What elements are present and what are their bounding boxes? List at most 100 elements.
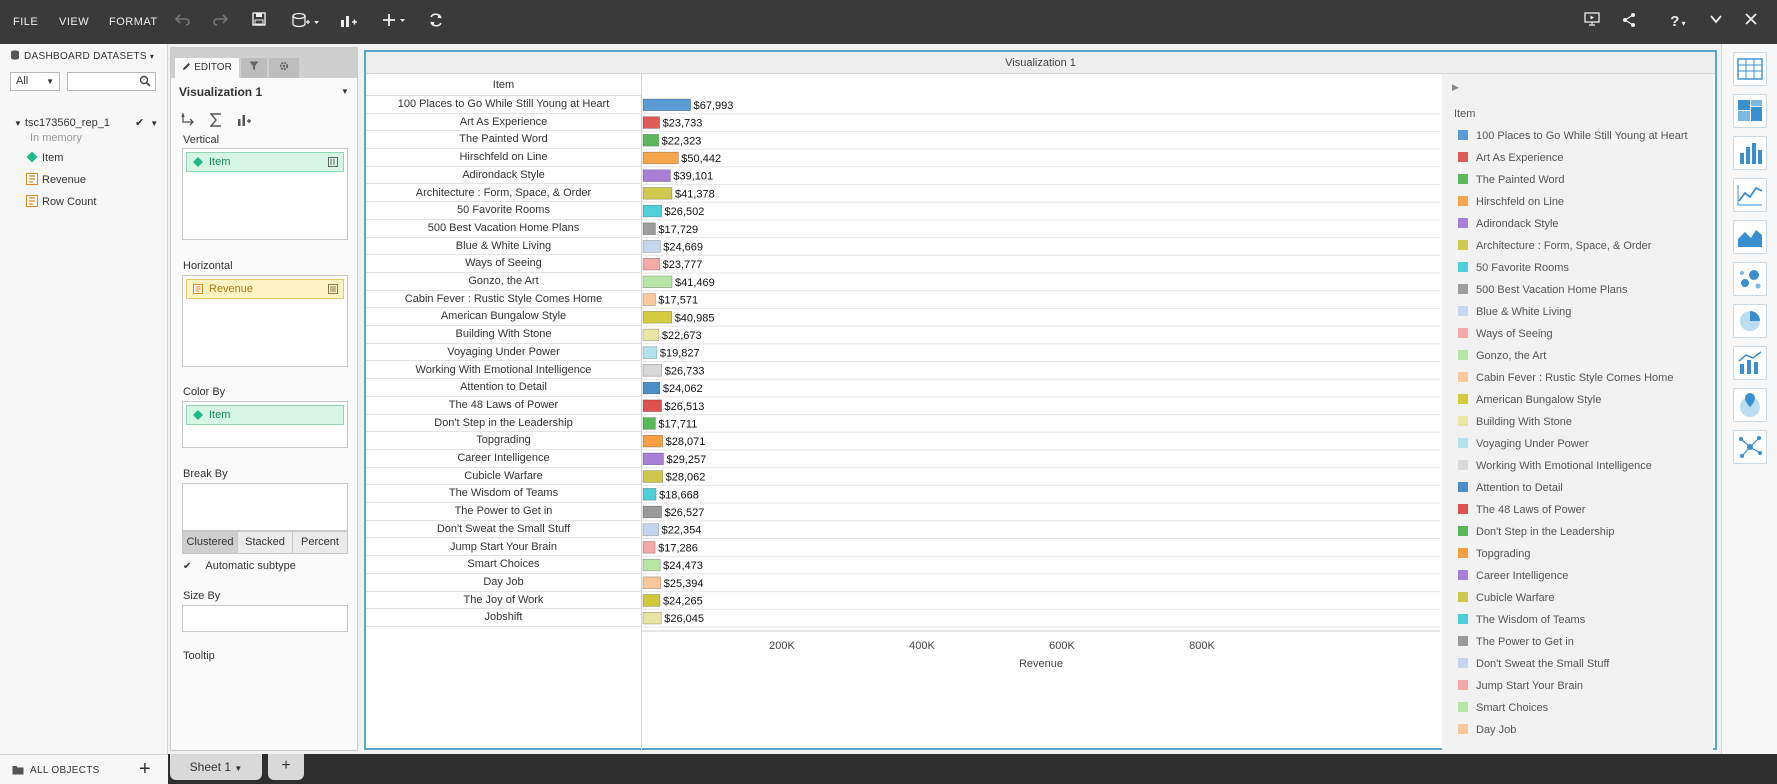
dataset-object-revenue[interactable]: Revenue — [26, 172, 86, 188]
expand-triangle-icon[interactable]: ▼ — [14, 119, 22, 128]
category-label[interactable]: Voyaging Under Power — [366, 344, 641, 362]
bar[interactable] — [642, 346, 658, 359]
legend-expand-icon[interactable]: ▶ — [1452, 82, 1459, 93]
category-label[interactable]: The Power to Get in — [366, 503, 641, 521]
chevron-down-icon[interactable] — [1709, 12, 1729, 32]
help-icon[interactable]: ? ▾ — [1664, 12, 1692, 32]
bar[interactable] — [642, 417, 656, 430]
bar[interactable] — [642, 558, 661, 572]
break-by-dropzone[interactable] — [182, 483, 348, 531]
gallery-bar-chart[interactable] — [1733, 136, 1767, 170]
dataset-search-input[interactable] — [67, 72, 156, 91]
chevron-down-icon[interactable]: ▼ — [150, 119, 158, 128]
category-label[interactable]: Gonzo, the Art — [366, 273, 641, 291]
legend-item[interactable]: 500 Best Vacation Home Plans — [1458, 282, 1627, 298]
undo-icon[interactable] — [174, 12, 192, 32]
presentation-icon[interactable] — [1584, 12, 1604, 32]
legend-item[interactable]: The Wisdom of Teams — [1458, 612, 1585, 628]
bar[interactable] — [642, 434, 663, 448]
horizontal-dropzone[interactable]: Revenue — [182, 275, 348, 367]
visualization-name[interactable]: Visualization 1 — [179, 85, 262, 99]
category-label[interactable]: Blue & White Living — [366, 238, 641, 256]
legend-item[interactable]: Day Job — [1458, 722, 1516, 738]
legend-item[interactable]: Gonzo, the Art — [1458, 348, 1546, 364]
gallery-pie-chart[interactable] — [1733, 304, 1767, 338]
bar[interactable] — [642, 576, 662, 589]
category-label[interactable]: Topgrading — [366, 432, 641, 450]
gallery-heat-map[interactable] — [1733, 94, 1767, 128]
refresh-icon[interactable] — [428, 12, 448, 32]
vertical-dropzone[interactable]: Item — [182, 148, 348, 240]
gallery-network[interactable] — [1733, 430, 1767, 464]
bar[interactable] — [642, 240, 661, 253]
bar[interactable] — [642, 364, 663, 377]
legend-item[interactable]: Adirondack Style — [1458, 216, 1559, 232]
redo-icon[interactable] — [213, 12, 231, 32]
bar[interactable] — [642, 98, 691, 111]
save-icon[interactable] — [252, 12, 270, 32]
add-object-icon[interactable]: + — [139, 758, 151, 781]
category-label[interactable]: Day Job — [366, 574, 641, 592]
legend-item[interactable]: The 48 Laws of Power — [1458, 502, 1585, 518]
bar[interactable] — [642, 505, 662, 519]
legend-item[interactable]: Working With Emotional Intelligence — [1458, 458, 1652, 474]
datasets-header[interactable]: DASHBOARD DATASETS ▾ — [10, 50, 154, 62]
subtype-stacked-button[interactable]: Stacked — [238, 532, 293, 553]
menu-format[interactable]: FORMAT — [109, 0, 158, 44]
legend-item[interactable]: Architecture : Form, Space, & Order — [1458, 238, 1651, 254]
legend-item[interactable]: American Bungalow Style — [1458, 392, 1601, 408]
legend-item[interactable]: Don't Sweat the Small Stuff — [1458, 656, 1609, 672]
menu-view[interactable]: VIEW — [59, 0, 89, 44]
chevron-down-icon[interactable]: ▾ — [150, 52, 154, 61]
category-label[interactable]: The 48 Laws of Power — [366, 397, 641, 415]
legend-item[interactable]: Attention to Detail — [1458, 480, 1563, 496]
subtype-clustered-button[interactable]: Clustered — [183, 532, 238, 553]
visualization-title[interactable]: Visualization 1 — [366, 52, 1715, 74]
bar[interactable] — [642, 275, 673, 288]
legend-item[interactable]: Don't Step in the Leadership — [1458, 524, 1614, 540]
attribute-forms-icon[interactable] — [328, 157, 338, 167]
add-visualization-icon[interactable] — [340, 12, 360, 32]
bar[interactable] — [642, 311, 672, 324]
legend-item[interactable]: Jump Start Your Brain — [1458, 678, 1583, 694]
legend-item[interactable]: Ways of Seeing — [1458, 326, 1553, 342]
category-label[interactable]: The Painted Word — [366, 131, 641, 150]
chevron-down-icon[interactable]: ▼ — [234, 764, 242, 773]
horizontal-revenue-pill[interactable]: Revenue — [186, 279, 344, 299]
category-label[interactable]: Don't Sweat the Small Stuff — [366, 521, 641, 539]
all-objects-label[interactable]: ALL OBJECTS — [30, 765, 100, 776]
category-label[interactable]: Jump Start Your Brain — [366, 539, 641, 557]
bar[interactable] — [642, 204, 662, 218]
add-sheet-button[interactable]: + — [268, 754, 304, 780]
share-icon[interactable] — [1621, 12, 1641, 32]
dataset-object-row-count[interactable]: Row Count — [26, 194, 96, 210]
category-label[interactable]: Cabin Fever : Rustic Style Comes Home — [366, 291, 641, 309]
bar[interactable] — [642, 258, 660, 271]
bar[interactable] — [642, 470, 663, 483]
bar[interactable] — [642, 523, 659, 536]
bar[interactable] — [642, 611, 662, 625]
dataset-row[interactable]: ▼ tsc173560_rep_1 ✔ ▼ — [14, 116, 158, 129]
category-label[interactable]: Working With Emotional Intelligence — [366, 362, 641, 380]
legend-item[interactable]: Voyaging Under Power — [1458, 436, 1589, 452]
bar[interactable] — [642, 116, 660, 129]
category-label[interactable]: Art As Experience — [366, 114, 641, 132]
category-label[interactable]: Architecture : Form, Space, & Order — [366, 185, 641, 203]
bar-chart-plot[interactable]: $67,993 $23,733 $22,323 $50,442 $39,101 $41,3… — [642, 74, 1440, 750]
gallery-line-chart[interactable] — [1733, 178, 1767, 212]
legend-item[interactable]: Cubicle Warfare — [1458, 590, 1554, 606]
category-label[interactable]: Don't Step in the Leadership — [366, 415, 641, 433]
vertical-item-pill[interactable]: Item — [186, 152, 344, 172]
legend-item[interactable]: Topgrading — [1458, 546, 1530, 562]
legend-item[interactable]: 100 Places to Go While Still Young at He… — [1458, 128, 1688, 144]
menu-file[interactable]: FILE — [13, 0, 38, 44]
swap-axes-icon[interactable] — [181, 111, 195, 127]
category-label[interactable]: Adirondack Style — [366, 167, 641, 185]
visualization-container[interactable]: Visualization 1 Item 100 Places to Go Wh… — [364, 50, 1717, 750]
gallery-combo-chart[interactable] — [1733, 346, 1767, 380]
bar[interactable] — [642, 293, 656, 306]
sheet-tab-1[interactable]: Sheet 1 ▼ — [170, 754, 262, 780]
legend-item[interactable]: Blue & White Living — [1458, 304, 1571, 320]
category-label[interactable]: 50 Favorite Rooms — [366, 202, 641, 220]
bar[interactable] — [642, 169, 671, 182]
